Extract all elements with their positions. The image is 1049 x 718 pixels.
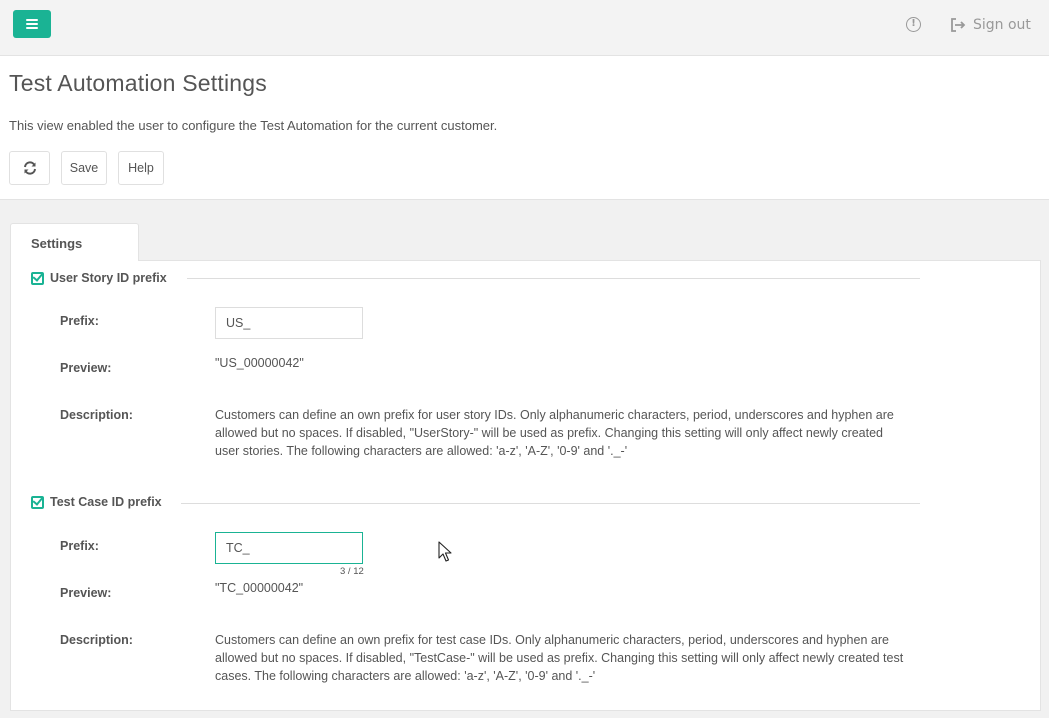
test-case-prefix-checkbox[interactable] [31, 495, 44, 509]
save-button[interactable]: Save [61, 151, 107, 185]
prefix-label: Prefix: [60, 314, 99, 328]
user-story-prefix-input[interactable]: US_ [215, 307, 363, 339]
section-test-case-prefix: Test Case ID prefix [31, 495, 162, 509]
preview-label: Preview: [60, 586, 112, 600]
page-header: Test Automation Settings This view enabl… [0, 56, 1049, 200]
char-counter: 3 / 12 [340, 566, 364, 577]
hamburger-icon [26, 19, 38, 29]
exclamation-circle-icon[interactable]: ! [906, 17, 921, 32]
page-title: Test Automation Settings [9, 70, 267, 96]
refresh-icon [23, 161, 36, 175]
menu-toggle-button[interactable] [13, 10, 51, 38]
test-case-preview-value: "TC_00000042" [215, 581, 304, 595]
sign-out-icon [950, 18, 966, 32]
mouse-cursor-icon [438, 541, 452, 562]
user-story-description: Customers can define an own prefix for u… [215, 408, 894, 458]
section-divider [181, 503, 920, 504]
sign-out-link[interactable]: Sign out [950, 15, 1031, 35]
section-divider [187, 278, 920, 279]
test-case-description: Customers can define an own prefix for t… [215, 633, 904, 683]
prefix-label: Prefix: [60, 539, 99, 553]
section-user-story-prefix: User Story ID prefix [31, 271, 167, 285]
description-label: Description: [60, 633, 133, 647]
user-story-preview-value: "US_00000042" [215, 356, 304, 370]
refresh-button[interactable] [9, 151, 50, 185]
top-navbar: ! Sign out [0, 0, 1049, 56]
section-title: Test Case ID prefix [50, 495, 162, 509]
test-case-prefix-input[interactable]: TC_ [215, 532, 363, 564]
help-button[interactable]: Help [118, 151, 164, 185]
tab-settings[interactable]: Settings [10, 223, 139, 261]
description-label: Description: [60, 408, 133, 422]
sign-out-label: Sign out [973, 17, 1031, 33]
section-title: User Story ID prefix [50, 271, 167, 285]
page-description: This view enabled the user to configure … [9, 118, 498, 133]
user-story-prefix-checkbox[interactable] [31, 271, 44, 285]
preview-label: Preview: [60, 361, 112, 375]
